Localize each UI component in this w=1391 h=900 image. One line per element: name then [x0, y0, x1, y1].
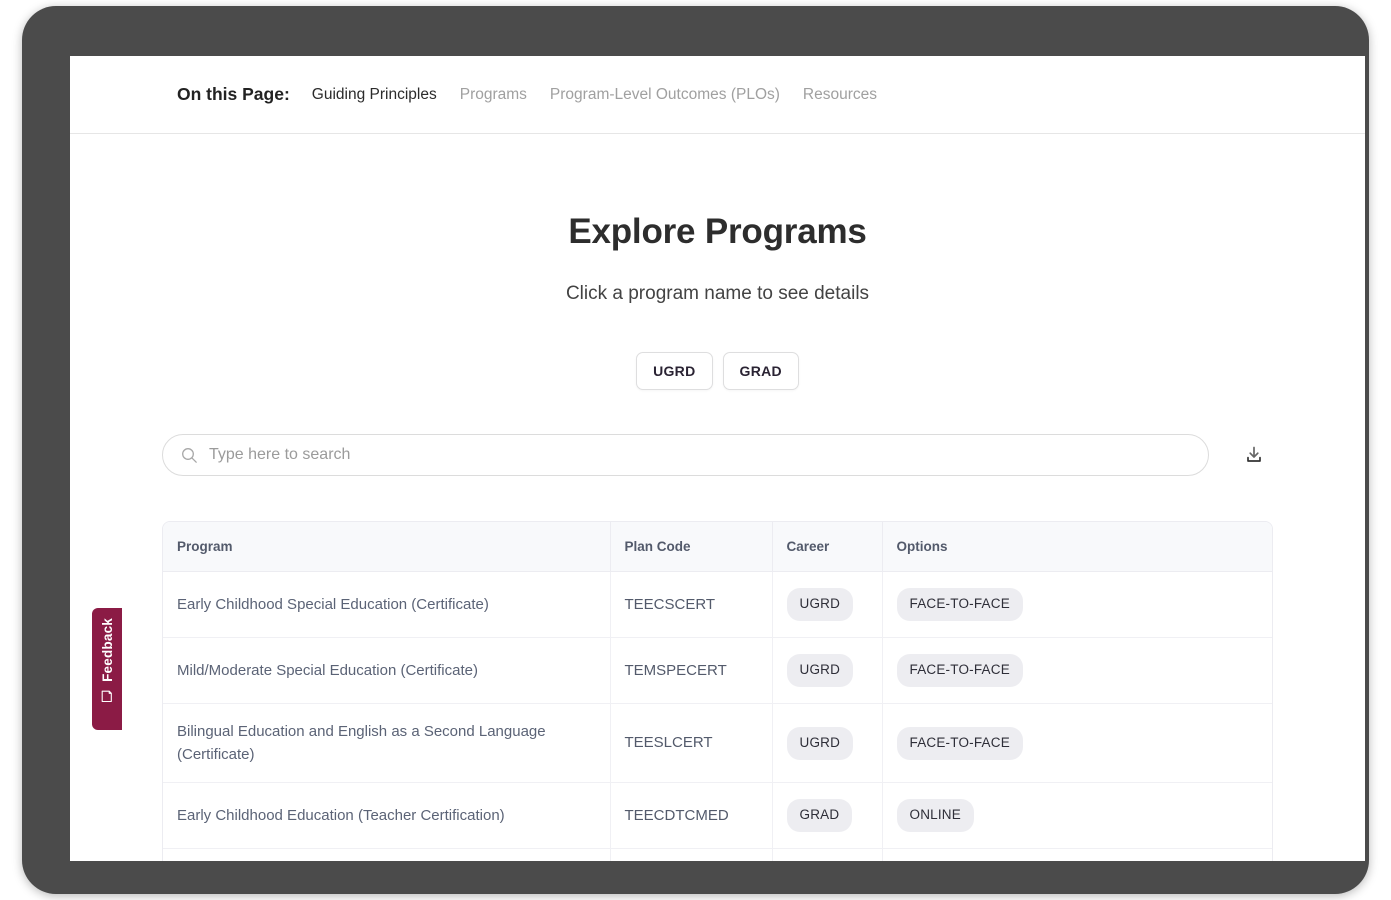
cell-plan-code: TEMSPECERT: [610, 637, 773, 704]
table-row: Mild/Moderate Special Education (Certifi…: [163, 637, 1272, 704]
option-badge: ONLINE: [896, 799, 974, 833]
nav-link-programs[interactable]: Programs: [460, 86, 527, 104]
on-this-page-nav: On this Page: Guiding Principles Program…: [70, 56, 1365, 134]
on-this-page-label: On this Page:: [177, 84, 290, 104]
cell-career: GRAD: [772, 782, 883, 850]
option-badge: FACE-TO-FACE: [896, 588, 1023, 621]
career-badge: UGRD: [786, 726, 854, 760]
device-screen: On this Page: Guiding Principles Program…: [70, 56, 1365, 861]
download-icon[interactable]: [1241, 442, 1267, 468]
table-row: Bilingual Education and English as a Sec…: [163, 703, 1272, 784]
program-link[interactable]: Mild/Moderate Special Education (Certifi…: [177, 662, 478, 679]
feedback-note-icon: [101, 690, 114, 708]
career-badge: UGRD: [786, 653, 854, 687]
cell-program: Early Childhood Special Education (Certi…: [163, 571, 611, 638]
nav-link-guiding-principles[interactable]: Guiding Principles: [312, 86, 437, 104]
column-header-options[interactable]: Options: [882, 522, 1272, 572]
cell-plan-code: TEECDCERT: [610, 848, 773, 861]
cell-program: Early Childhood Education (Teacher Certi…: [163, 782, 611, 850]
cell-options: FACE-TO-FACE: [882, 637, 1272, 704]
column-header-program[interactable]: Program: [163, 522, 611, 572]
device-frame: On this Page: Guiding Principles Program…: [22, 6, 1369, 894]
program-link[interactable]: Bilingual Education and English as a Sec…: [177, 723, 546, 763]
cell-career: UGRD: [772, 571, 883, 638]
cell-options: FACE-TO-FACE: [882, 571, 1272, 638]
cell-career: UGRD: [772, 848, 883, 861]
option-badge: FACE-TO-FACE: [896, 726, 1023, 760]
page-body: Explore Programs Click a program name to…: [70, 212, 1365, 861]
search-input[interactable]: [209, 446, 1190, 464]
search-icon: [181, 447, 198, 464]
page-subtitle: Click a program name to see details: [565, 283, 870, 304]
table-header-row: Program Plan Code Career Options: [163, 522, 1272, 572]
career-badge: GRAD: [786, 799, 853, 833]
career-badge: UGRD: [786, 588, 854, 621]
cell-options: ONLINE: [882, 782, 1272, 850]
search-box[interactable]: [162, 434, 1209, 476]
option-badge: FACE-TO-FACE: [896, 653, 1023, 687]
career-filter-ugrd-button[interactable]: UGRD: [636, 352, 713, 390]
nav-link-program-level-outcomes[interactable]: Program-Level Outcomes (PLOs): [550, 86, 780, 104]
cell-career: UGRD: [772, 703, 883, 784]
table-body: Early Childhood Special Education (Certi…: [163, 571, 1272, 861]
page-title: Explore Programs: [568, 212, 867, 251]
cell-options: FACE-TO-FACE: [882, 848, 1272, 861]
search-row: [70, 434, 1365, 476]
cell-plan-code: TEECSCERT: [610, 571, 773, 638]
career-filter-group: UGRD GRAD: [70, 352, 1365, 390]
table-row: Early Childhood Education (Teacher Certi…: [163, 782, 1272, 850]
program-link[interactable]: Early Childhood Special Education (Certi…: [177, 596, 489, 613]
cell-program: Mild/Moderate Special Education (Certifi…: [163, 637, 611, 704]
column-header-career[interactable]: Career: [772, 522, 883, 572]
career-filter-grad-button[interactable]: GRAD: [722, 352, 799, 390]
cell-career: UGRD: [772, 637, 883, 704]
programs-table: Program Plan Code Career Options Early C…: [162, 521, 1273, 861]
nav-link-resources[interactable]: Resources: [803, 86, 877, 104]
cell-plan-code: TEECDTCMED: [610, 782, 773, 850]
cell-program: Early Childhood Education (Certificate): [163, 848, 611, 861]
cell-program: Bilingual Education and English as a Sec…: [163, 703, 611, 784]
column-header-plan-code[interactable]: Plan Code: [610, 522, 773, 572]
table-row: Early Childhood Education (Certificate)T…: [163, 848, 1272, 861]
program-link[interactable]: Early Childhood Education (Teacher Certi…: [177, 807, 505, 824]
table-row: Early Childhood Special Education (Certi…: [163, 571, 1272, 638]
feedback-tab[interactable]: Feedback: [92, 608, 122, 730]
cell-plan-code: TEESLCERT: [610, 703, 773, 784]
feedback-label: Feedback: [99, 618, 115, 682]
cell-options: FACE-TO-FACE: [882, 703, 1272, 784]
